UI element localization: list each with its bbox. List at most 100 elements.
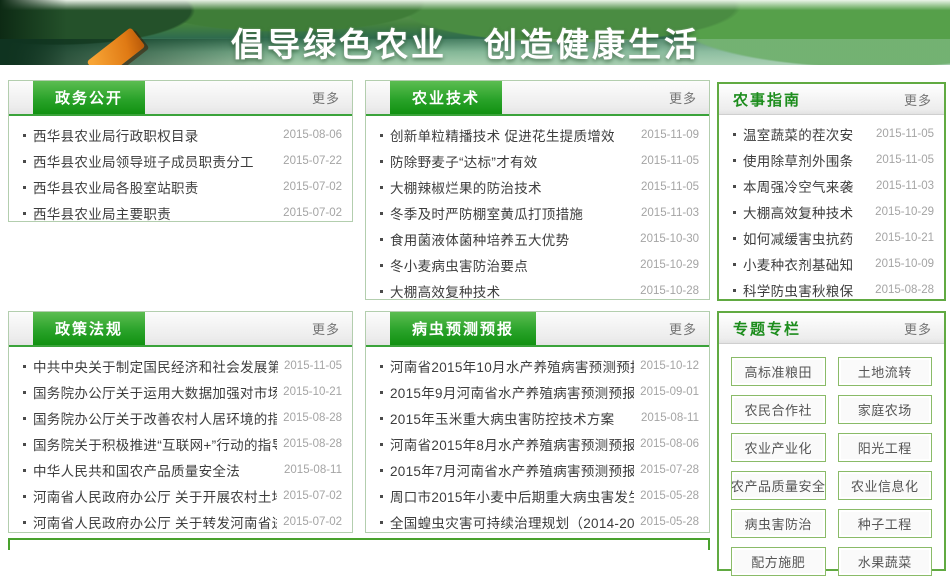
list-item: 大棚高效复种技术2015-10-28: [375, 278, 699, 304]
topic-button[interactable]: 病虫害防治: [731, 509, 826, 538]
article-link[interactable]: 本周强冷空气来袭: [743, 176, 870, 196]
more-link[interactable]: 更多: [904, 84, 932, 114]
article-link[interactable]: 中华人民共和国农产品质量安全法: [33, 460, 278, 480]
next-section-box: [8, 538, 710, 550]
list-item: 大棚高效复种技术 2015-10-29: [728, 199, 934, 225]
article-link[interactable]: 河南省人民政府办公厅 关于开展农村土地承: [33, 486, 277, 506]
list-item: 全国蝗虫灾害可持续治理规划（2014-2020年2015-05-28: [375, 509, 699, 535]
article-link[interactable]: 大棚辣椒烂果的防治技术: [390, 177, 635, 197]
article-date: 2015-11-05: [876, 128, 934, 140]
list-item: 国务院办公厅关于改善农村人居环境的指导 2015-08-28: [18, 405, 342, 431]
article-link[interactable]: 大棚高效复种技术: [743, 202, 869, 222]
article-link[interactable]: 小麦种衣剂基础知: [743, 254, 869, 274]
more-link[interactable]: 更多: [312, 312, 340, 345]
list-item: 使用除草剂外围条 2015-11-05: [728, 147, 934, 173]
bullet-icon: [380, 469, 383, 472]
article-link[interactable]: 河南省2015年10月水产养殖病害预测预报: [390, 356, 634, 376]
list-item: 2015年9月河南省水产养殖病害预测预报2015-09-01: [375, 379, 699, 405]
panel-header: 政务公开 更多: [9, 81, 352, 116]
bullet-icon: [23, 469, 26, 472]
topic-button[interactable]: 水果蔬菜: [838, 547, 933, 576]
more-link[interactable]: 更多: [312, 81, 340, 114]
panel-header: 农事指南 更多: [719, 84, 944, 115]
bullet-icon: [23, 443, 26, 446]
banner-slogan: 倡导绿色农业创造健康生活: [231, 18, 700, 65]
topic-button[interactable]: 农业信息化: [838, 471, 933, 500]
article-link[interactable]: 大棚高效复种技术: [390, 281, 634, 301]
bullet-icon: [23, 417, 26, 420]
more-link[interactable]: 更多: [669, 312, 697, 345]
topic-button[interactable]: 家庭农场: [838, 395, 933, 424]
panel-header: 专题专栏 更多: [719, 313, 944, 344]
topic-button[interactable]: 阳光工程: [838, 433, 933, 462]
article-date: 2015-05-28: [640, 490, 699, 502]
article-link[interactable]: 河南省2015年8月水产养殖病害预测预报: [390, 434, 634, 454]
article-link[interactable]: 中共中央关于制定国民经济和社会发展第十: [33, 356, 278, 376]
article-date: 2015-10-21: [283, 386, 342, 398]
article-date: 2015-08-28: [283, 412, 342, 424]
list-item: 本周强冷空气来袭2015-11-03: [728, 173, 934, 199]
bullet-icon: [380, 134, 383, 137]
bullet-icon: [23, 134, 26, 137]
topic-button[interactable]: 配方施肥: [731, 547, 826, 576]
list-item: 河南省2015年10月水产养殖病害预测预报 2015-10-12: [375, 353, 699, 379]
article-link[interactable]: 国务院办公厅关于运用大数据加强对市场主: [33, 382, 277, 402]
bullet-icon: [733, 289, 736, 292]
tab-government-affairs[interactable]: 政务公开: [33, 81, 145, 114]
news-list: 西华县农业局行政职权目录2015-08-06 西华县农业局领导班子成员职责分工 20…: [9, 116, 352, 226]
topic-button[interactable]: 土地流转: [838, 357, 933, 386]
list-item: 冬季及时严防棚室黄瓜打顶措施2015-11-03: [375, 200, 699, 226]
article-date: 2015-11-05: [876, 154, 934, 166]
article-link[interactable]: 周口市2015年小麦中后期重大病虫害发生趋: [390, 486, 634, 506]
topic-button[interactable]: 农业产业化: [731, 433, 826, 462]
article-link[interactable]: 国务院关于积极推进“互联网+”行动的指导: [33, 434, 277, 454]
article-link[interactable]: 冬小麦病虫害防治要点: [390, 255, 634, 275]
article-link[interactable]: 2015年9月河南省水产养殖病害预测预报: [390, 382, 634, 402]
news-list: 创新单粒精播技术 促进花生提质增效2015-11-09防除野麦子“达标”才有效2…: [366, 116, 709, 304]
topic-button[interactable]: 农民合作社: [731, 395, 826, 424]
article-link[interactable]: 冬季及时严防棚室黄瓜打顶措施: [390, 203, 635, 223]
bullet-icon: [733, 237, 736, 240]
panel-agricultural-technology: 农业技术 更多 创新单粒精播技术 促进花生提质增效2015-11-09防除野麦子…: [365, 80, 710, 300]
topic-button[interactable]: 高标准粮田: [731, 357, 826, 386]
tab-pest-forecast[interactable]: 病虫预测预报: [390, 312, 536, 345]
article-date: 2015-07-28: [640, 464, 699, 476]
tab-policies-regulations[interactable]: 政策法规: [33, 312, 145, 345]
article-link[interactable]: 西华县农业局各股室站职责: [33, 177, 277, 197]
article-link[interactable]: 食用菌液体菌种培养五大优势: [390, 229, 634, 249]
farming-guide-title: 农事指南: [733, 84, 801, 114]
more-link[interactable]: 更多: [904, 313, 932, 343]
list-item: 防除野麦子“达标”才有效2015-11-05: [375, 148, 699, 174]
article-link[interactable]: 如何减缓害虫抗药: [743, 228, 869, 248]
article-date: 2015-07-02: [283, 207, 342, 219]
article-link[interactable]: 2015年7月河南省水产养殖病害预测预报: [390, 460, 634, 480]
more-link[interactable]: 更多: [669, 81, 697, 114]
article-date: 2015-10-29: [875, 206, 934, 218]
bullet-icon: [23, 160, 26, 163]
article-link[interactable]: 2015年玉米重大病虫害防控技术方案: [390, 408, 635, 428]
topic-button[interactable]: 种子工程: [838, 509, 933, 538]
bullet-icon: [380, 521, 383, 524]
panel-government-affairs: 政务公开 更多 西华县农业局行政职权目录2015-08-06 西华县农业局领导班子…: [8, 80, 353, 222]
article-link[interactable]: 河南省人民政府办公厅 关于转发河南省进一: [33, 512, 277, 532]
bullet-icon: [380, 443, 383, 446]
list-item: 中华人民共和国农产品质量安全法 2015-08-11: [18, 457, 342, 483]
article-link[interactable]: 防除野麦子“达标”才有效: [390, 151, 635, 171]
article-link[interactable]: 全国蝗虫灾害可持续治理规划（2014-2020年: [390, 512, 634, 532]
slogan-right: 创造健康生活: [484, 26, 700, 63]
article-date: 2015-08-11: [641, 412, 699, 424]
article-date: 2015-10-12: [640, 360, 699, 372]
article-link[interactable]: 温室蔬菜的茬次安: [743, 124, 870, 144]
topic-button[interactable]: 农产品质量安全: [731, 471, 826, 500]
article-link[interactable]: 科学防虫害秋粮保: [743, 280, 869, 300]
article-link[interactable]: 西华县农业局主要职责: [33, 203, 277, 223]
article-link[interactable]: 国务院办公厅关于改善农村人居环境的指导: [33, 408, 277, 428]
article-link[interactable]: 使用除草剂外围条: [743, 150, 870, 170]
tab-agricultural-technology[interactable]: 农业技术: [390, 81, 502, 114]
list-item: 2015年玉米重大病虫害防控技术方案 2015-08-11: [375, 405, 699, 431]
article-date: 2015-08-11: [284, 464, 342, 476]
article-link[interactable]: 西华县农业局行政职权目录: [33, 125, 277, 145]
article-link[interactable]: 创新单粒精播技术 促进花生提质增效: [390, 125, 635, 145]
list-item: 西华县农业局行政职权目录2015-08-06: [18, 122, 342, 148]
article-link[interactable]: 西华县农业局领导班子成员职责分工: [33, 151, 277, 171]
